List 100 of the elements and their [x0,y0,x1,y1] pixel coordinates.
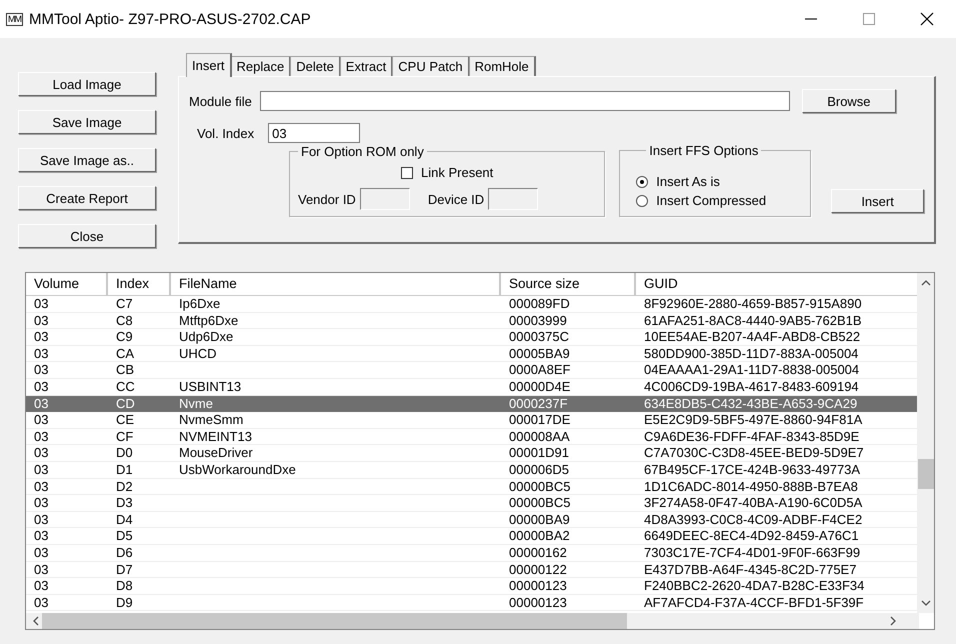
table-cell: 0000A8EF [501,362,636,379]
table-cell: 03 [26,296,108,313]
table-cell: 03 [26,478,108,496]
table-cell: 000089FD [501,296,636,313]
table-cell: Ip6Dxe [171,296,501,313]
vol-index-field[interactable]: 03 [268,123,360,143]
field-label: Device ID [428,192,484,206]
table-cell: 00000123 [501,594,636,612]
table-cell: 03 [26,512,108,528]
table-cell: 03 [26,346,108,362]
table-cell: 00001D91 [501,445,636,462]
table-cell: Nvme [171,396,501,412]
table-cell: 03 [26,312,108,330]
table-cell: D8 [108,578,171,595]
link-present-checkbox[interactable] [401,166,414,178]
table-cell: D0 [108,445,171,462]
tab[interactable]: Replace [230,56,292,76]
maximize-icon[interactable] [862,12,876,26]
table-cell: UHCD [171,346,501,362]
radio-button[interactable] [636,194,648,206]
table-cell: 03 [26,428,108,446]
table-cell: 03 [26,412,108,429]
table-cell: 03 [26,578,108,595]
table-cell: C7 [108,296,171,313]
table-cell: 00000BC5 [501,478,636,496]
table-cell: 03 [26,528,108,545]
table-cell: 00000122 [501,562,636,578]
device-id-field[interactable] [488,188,538,210]
group-title: Insert FFS Options [648,143,760,158]
table-cell: CB [108,362,171,379]
table-cell: 00000162 [501,544,636,562]
table-cell: 00003999 [501,312,636,330]
column-header[interactable]: Index [108,273,171,296]
table-cell: D6 [108,544,171,562]
table-cell: 00000123 [501,578,636,595]
table-cell: CA [108,346,171,362]
checkbox-label: Link Present [421,165,494,180]
tab[interactable]: Delete [290,56,341,76]
table-cell: 000006D5 [501,462,636,479]
radio-label: Insert Compressed [656,193,766,208]
tab[interactable]: CPU Patch [392,56,470,76]
table-cell: D7 [108,562,171,578]
side-button[interactable]: Load Image [18,72,156,96]
radio-label: Insert As is [656,174,720,189]
close-icon[interactable] [920,12,934,26]
tab[interactable]: Extract [340,56,394,76]
table-cell: NvmeSmm [171,412,501,429]
table-cell: 00000BA2 [501,528,636,545]
table-cell: 03 [26,329,108,346]
table-cell: 03 [26,396,108,412]
tab[interactable]: Insert [186,53,232,77]
table-cell: 03 [26,495,108,512]
table-cell: 00000BC5 [501,495,636,512]
table-cell: D5 [108,528,171,545]
module-file-field[interactable] [260,91,790,111]
table-cell: CD [108,396,171,412]
table-cell: 0000237F [501,396,636,412]
browse-button[interactable]: Browse [802,89,896,113]
insert-button[interactable]: Insert [831,189,924,213]
table-cell: 634E8DB5-C432-43BE-A653-9CA29 [636,396,919,412]
table-cell: UsbWorkaroundDxe [171,462,501,479]
table-cell: 03 [26,445,108,462]
column-header[interactable]: FileName [171,273,501,296]
table-cell: 03 [26,544,108,562]
column-header[interactable]: Source size [501,273,636,296]
table-cell: Udp6Dxe [171,329,501,346]
field-label: Vendor ID [298,192,356,206]
table-cell: C9 [108,329,171,346]
table-cell: 00000BA9 [501,512,636,528]
table-cell: CE [108,412,171,429]
tab[interactable]: RomHole [468,56,536,76]
table-cell: D3 [108,495,171,512]
scrollbar-thumb[interactable] [42,613,627,629]
scrollbar-thumb[interactable] [918,459,934,489]
table-cell: 00005BA9 [501,346,636,362]
table-cell: 03 [26,594,108,612]
field-label: Vol. Index [197,126,254,140]
field-label: Module file [189,94,252,108]
table-cell: CF [108,428,171,446]
table-cell: MouseDriver [171,445,501,462]
table-cell: D1 [108,462,171,479]
app-icon: MM [6,12,23,26]
vendor-id-field[interactable] [360,188,410,210]
table-cell: Mtftp6Dxe [171,312,501,330]
side-button[interactable]: Save Image [18,110,156,134]
table-cell: 0000375C [501,329,636,346]
group-title: For Option ROM only [300,144,425,159]
table-cell: NVMEINT13 [171,428,501,446]
side-button[interactable]: Create Report [18,186,156,210]
side-button[interactable]: Close [18,224,156,248]
radio-button[interactable] [636,176,648,188]
side-button[interactable]: Save Image as.. [18,148,156,172]
table-cell: 03 [26,462,108,479]
table-cell: D2 [108,478,171,496]
column-header[interactable]: Volume [26,273,108,296]
table-cell: D4 [108,512,171,528]
table-cell: 03 [26,362,108,379]
table-cell: 000017DE [501,412,636,429]
table-cell: C8 [108,312,171,330]
window-title: MMTool Aptio- Z97-PRO-ASUS-2702.CAP [29,10,312,28]
